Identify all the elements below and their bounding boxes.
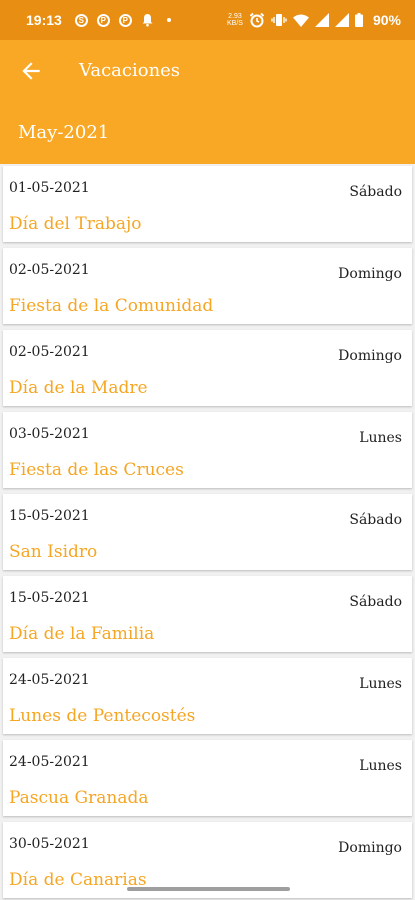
holiday-date: 15-05-2021 [9,590,90,606]
holiday-card[interactable]: 03-05-2021 Lunes Fiesta de las Cruces [3,412,412,488]
holiday-weekday: Lunes [359,430,402,446]
gesture-nav-bar[interactable] [127,887,290,891]
holiday-card[interactable]: 24-05-2021 Lunes Lunes de Pentecostés [3,658,412,734]
holiday-name: Día del Trabajo [9,214,142,234]
holiday-card[interactable]: 15-05-2021 Sábado Día de la Familia [3,576,412,652]
holiday-name: Día de la Familia [9,624,155,644]
holiday-weekday: Sábado [349,184,402,200]
holiday-date: 02-05-2021 [9,344,90,360]
battery-level: 90% [372,12,401,28]
page-title: Vacaciones [79,60,181,81]
holiday-weekday: Domingo [338,348,402,364]
signal-icon [314,13,329,27]
holiday-weekday: Lunes [359,758,402,774]
back-arrow-icon[interactable] [18,58,44,84]
holiday-card[interactable]: 02-05-2021 Domingo Fiesta de la Comunida… [3,248,412,324]
holiday-date: 24-05-2021 [9,754,90,770]
clock: 19:13 [26,12,62,28]
holiday-name: Pascua Granada [9,788,149,808]
wifi-icon [292,14,309,27]
holiday-date: 03-05-2021 [9,426,90,442]
holiday-date: 15-05-2021 [9,508,90,524]
holiday-date: 30-05-2021 [9,836,90,852]
holiday-date: 24-05-2021 [9,672,90,688]
more-notifications-dot [166,18,171,22]
pinterest-icon: P [118,13,132,27]
holiday-list: 01-05-2021 Sábado Día del Trabajo 02-05-… [0,164,415,900]
signal-icon [334,13,349,27]
app-bar: Vacaciones May-2021 [0,40,415,164]
holiday-name: Fiesta de las Cruces [9,460,184,480]
holiday-date: 02-05-2021 [9,262,90,278]
holiday-weekday: Domingo [338,840,402,856]
holiday-weekday: Domingo [338,266,402,282]
holiday-name: Fiesta de la Comunidad [9,296,214,316]
holiday-card[interactable]: 01-05-2021 Sábado Día del Trabajo [3,166,412,242]
skype-icon: S [74,13,88,27]
holiday-name: Lunes de Pentecostés [9,706,196,726]
holiday-weekday: Lunes [359,676,402,692]
bell-icon [142,14,153,27]
holiday-name: San Isidro [9,542,98,562]
holiday-card[interactable]: 02-05-2021 Domingo Día de la Madre [3,330,412,406]
vibrate-icon [271,14,287,26]
battery-icon [354,13,363,27]
holiday-weekday: Sábado [349,594,402,610]
holiday-card[interactable]: 24-05-2021 Lunes Pascua Granada [3,740,412,816]
holiday-name: Día de la Madre [9,378,148,398]
status-bar: 19:13 S P P 2.93 KB/S 90% [0,0,415,40]
month-header: May-2021 [18,122,110,143]
alarm-icon [249,12,265,28]
pinterest-icon: P [96,13,110,27]
holiday-card[interactable]: 15-05-2021 Sábado San Isidro [3,494,412,570]
holiday-weekday: Sábado [349,512,402,528]
holiday-name: Día de Canarias [9,870,147,890]
network-speed: 2.93 KB/S [227,13,243,27]
holiday-date: 01-05-2021 [9,180,90,196]
